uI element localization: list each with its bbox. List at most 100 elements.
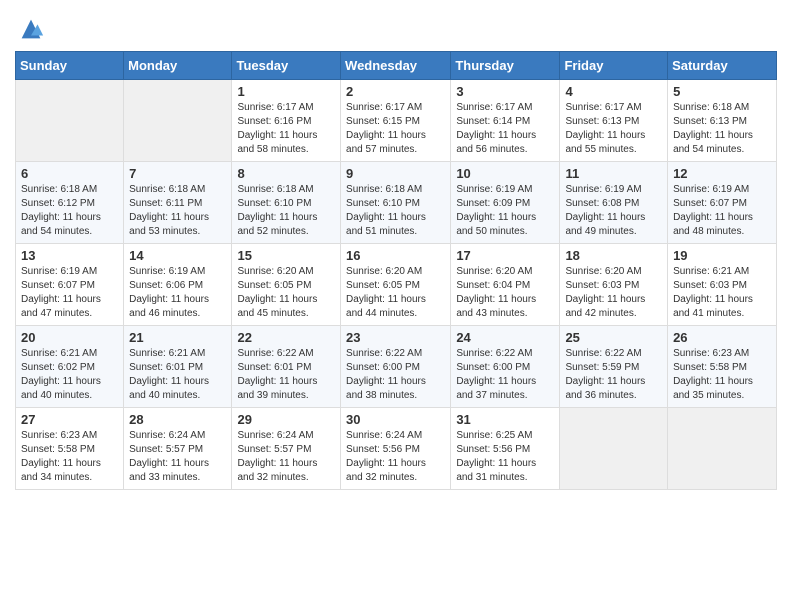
cell-content: Sunrise: 6:19 AMSunset: 6:07 PMDaylight:… [21, 265, 118, 321]
day-number: 7 [129, 166, 226, 181]
calendar-week-row: 1 Sunrise: 6:17 AMSunset: 6:16 PMDaylight… [16, 80, 777, 162]
cell-content: Sunrise: 6:23 AMSunset: 5:58 PMDaylight:… [673, 347, 771, 403]
calendar-cell: 16Sunrise: 6:20 AMSunset: 6:05 PMDayligh… [341, 244, 451, 326]
calendar-cell: 2 Sunrise: 6:17 AMSunset: 6:15 PMDaylight… [341, 80, 451, 162]
calendar-cell: 23 Sunrise: 6:22 AMSunset: 6:00 PMDayligh… [341, 326, 451, 408]
weekday-header-tuesday: Tuesday [232, 52, 341, 80]
calendar-cell: 3 Sunrise: 6:17 AMSunset: 6:14 PMDaylight… [451, 80, 560, 162]
day-number: 2 [346, 84, 445, 99]
weekday-header-sunday: Sunday [16, 52, 124, 80]
cell-content: Sunrise: 6:24 AMSunset: 5:56 PMDaylight:… [346, 429, 445, 485]
weekday-header-monday: Monday [124, 52, 232, 80]
calendar-cell: 22Sunrise: 6:22 AMSunset: 6:01 PMDayligh… [232, 326, 341, 408]
calendar-week-row: 20 Sunrise: 6:21 AMSunset: 6:02 PMDayligh… [16, 326, 777, 408]
cell-content: Sunrise: 6:22 AMSunset: 5:59 PMDaylight:… [565, 347, 662, 403]
cell-content: Sunrise: 6:19 AMSunset: 6:08 PMDaylight:… [565, 183, 662, 239]
weekday-header-wednesday: Wednesday [341, 52, 451, 80]
day-number: 26 [673, 330, 771, 345]
calendar-week-row: 6Sunrise: 6:18 AMSunset: 6:12 PMDaylight… [16, 162, 777, 244]
calendar-cell: 5 Sunrise: 6:18 AMSunset: 6:13 PMDaylight… [668, 80, 777, 162]
cell-content: Sunrise: 6:19 AMSunset: 6:09 PMDaylight:… [456, 183, 554, 239]
cell-content: Sunrise: 6:24 AMSunset: 5:57 PMDaylight:… [237, 429, 335, 485]
page-header [15, 10, 777, 43]
calendar-cell: 20 Sunrise: 6:21 AMSunset: 6:02 PMDayligh… [16, 326, 124, 408]
day-number: 5 [673, 84, 771, 99]
calendar-cell: 4 Sunrise: 6:17 AMSunset: 6:13 PMDaylight… [560, 80, 668, 162]
weekday-header-friday: Friday [560, 52, 668, 80]
day-number: 4 [565, 84, 662, 99]
weekday-header-row: SundayMondayTuesdayWednesdayThursdayFrid… [16, 52, 777, 80]
calendar-table: SundayMondayTuesdayWednesdayThursdayFrid… [15, 51, 777, 490]
calendar-cell: 9 Sunrise: 6:18 AMSunset: 6:10 PMDaylight… [341, 162, 451, 244]
cell-content: Sunrise: 6:17 AMSunset: 6:15 PMDaylight:… [346, 101, 445, 157]
cell-content: Sunrise: 6:18 AMSunset: 6:11 PMDaylight:… [129, 183, 226, 239]
cell-content: Sunrise: 6:22 AMSunset: 6:00 PMDaylight:… [456, 347, 554, 403]
logo [15, 15, 45, 43]
cell-content: Sunrise: 6:18 AMSunset: 6:10 PMDaylight:… [346, 183, 445, 239]
calendar-cell [16, 80, 124, 162]
calendar-cell: 28 Sunrise: 6:24 AMSunset: 5:57 PMDayligh… [124, 408, 232, 490]
calendar-cell: 30 Sunrise: 6:24 AMSunset: 5:56 PMDayligh… [341, 408, 451, 490]
cell-content: Sunrise: 6:18 AMSunset: 6:10 PMDaylight:… [237, 183, 335, 239]
day-number: 17 [456, 248, 554, 263]
day-number: 28 [129, 412, 226, 427]
weekday-header-thursday: Thursday [451, 52, 560, 80]
calendar-cell [124, 80, 232, 162]
day-number: 10 [456, 166, 554, 181]
day-number: 11 [565, 166, 662, 181]
cell-content: Sunrise: 6:20 AMSunset: 6:05 PMDaylight:… [237, 265, 335, 321]
calendar-cell: 7 Sunrise: 6:18 AMSunset: 6:11 PMDaylight… [124, 162, 232, 244]
cell-content: Sunrise: 6:17 AMSunset: 6:13 PMDaylight:… [565, 101, 662, 157]
cell-content: Sunrise: 6:21 AMSunset: 6:02 PMDaylight:… [21, 347, 118, 403]
day-number: 14 [129, 248, 226, 263]
calendar-cell: 26 Sunrise: 6:23 AMSunset: 5:58 PMDayligh… [668, 326, 777, 408]
day-number: 29 [237, 412, 335, 427]
cell-content: Sunrise: 6:22 AMSunset: 6:00 PMDaylight:… [346, 347, 445, 403]
day-number: 12 [673, 166, 771, 181]
day-number: 8 [237, 166, 335, 181]
cell-content: Sunrise: 6:21 AMSunset: 6:03 PMDaylight:… [673, 265, 771, 321]
calendar-cell: 15 Sunrise: 6:20 AMSunset: 6:05 PMDayligh… [232, 244, 341, 326]
calendar-cell: 21Sunrise: 6:21 AMSunset: 6:01 PMDayligh… [124, 326, 232, 408]
calendar-cell: 8 Sunrise: 6:18 AMSunset: 6:10 PMDaylight… [232, 162, 341, 244]
day-number: 20 [21, 330, 118, 345]
calendar-cell: 14 Sunrise: 6:19 AMSunset: 6:06 PMDayligh… [124, 244, 232, 326]
cell-content: Sunrise: 6:25 AMSunset: 5:56 PMDaylight:… [456, 429, 554, 485]
day-number: 31 [456, 412, 554, 427]
day-number: 22 [237, 330, 335, 345]
calendar-cell [560, 408, 668, 490]
calendar-cell: 6Sunrise: 6:18 AMSunset: 6:12 PMDaylight… [16, 162, 124, 244]
day-number: 21 [129, 330, 226, 345]
calendar-cell: 1 Sunrise: 6:17 AMSunset: 6:16 PMDaylight… [232, 80, 341, 162]
calendar-cell: 24 Sunrise: 6:22 AMSunset: 6:00 PMDayligh… [451, 326, 560, 408]
calendar-cell: 12 Sunrise: 6:19 AMSunset: 6:07 PMDayligh… [668, 162, 777, 244]
day-number: 1 [237, 84, 335, 99]
calendar-cell: 17 Sunrise: 6:20 AMSunset: 6:04 PMDayligh… [451, 244, 560, 326]
day-number: 18 [565, 248, 662, 263]
calendar-cell: 31 Sunrise: 6:25 AMSunset: 5:56 PMDayligh… [451, 408, 560, 490]
cell-content: Sunrise: 6:20 AMSunset: 6:04 PMDaylight:… [456, 265, 554, 321]
cell-content: Sunrise: 6:17 AMSunset: 6:16 PMDaylight:… [237, 101, 335, 157]
cell-content: Sunrise: 6:19 AMSunset: 6:07 PMDaylight:… [673, 183, 771, 239]
day-number: 3 [456, 84, 554, 99]
cell-content: Sunrise: 6:24 AMSunset: 5:57 PMDaylight:… [129, 429, 226, 485]
logo-icon [17, 15, 45, 43]
day-number: 30 [346, 412, 445, 427]
day-number: 24 [456, 330, 554, 345]
cell-content: Sunrise: 6:18 AMSunset: 6:13 PMDaylight:… [673, 101, 771, 157]
calendar-week-row: 27 Sunrise: 6:23 AMSunset: 5:58 PMDayligh… [16, 408, 777, 490]
cell-content: Sunrise: 6:17 AMSunset: 6:14 PMDaylight:… [456, 101, 554, 157]
cell-content: Sunrise: 6:23 AMSunset: 5:58 PMDaylight:… [21, 429, 118, 485]
cell-content: Sunrise: 6:20 AMSunset: 6:03 PMDaylight:… [565, 265, 662, 321]
cell-content: Sunrise: 6:20 AMSunset: 6:05 PMDaylight:… [346, 265, 445, 321]
page-container: SundayMondayTuesdayWednesdayThursdayFrid… [0, 0, 792, 500]
day-number: 13 [21, 248, 118, 263]
calendar-cell: 10 Sunrise: 6:19 AMSunset: 6:09 PMDayligh… [451, 162, 560, 244]
day-number: 9 [346, 166, 445, 181]
day-number: 23 [346, 330, 445, 345]
day-number: 15 [237, 248, 335, 263]
day-number: 27 [21, 412, 118, 427]
calendar-cell: 19 Sunrise: 6:21 AMSunset: 6:03 PMDayligh… [668, 244, 777, 326]
cell-content: Sunrise: 6:19 AMSunset: 6:06 PMDaylight:… [129, 265, 226, 321]
day-number: 19 [673, 248, 771, 263]
